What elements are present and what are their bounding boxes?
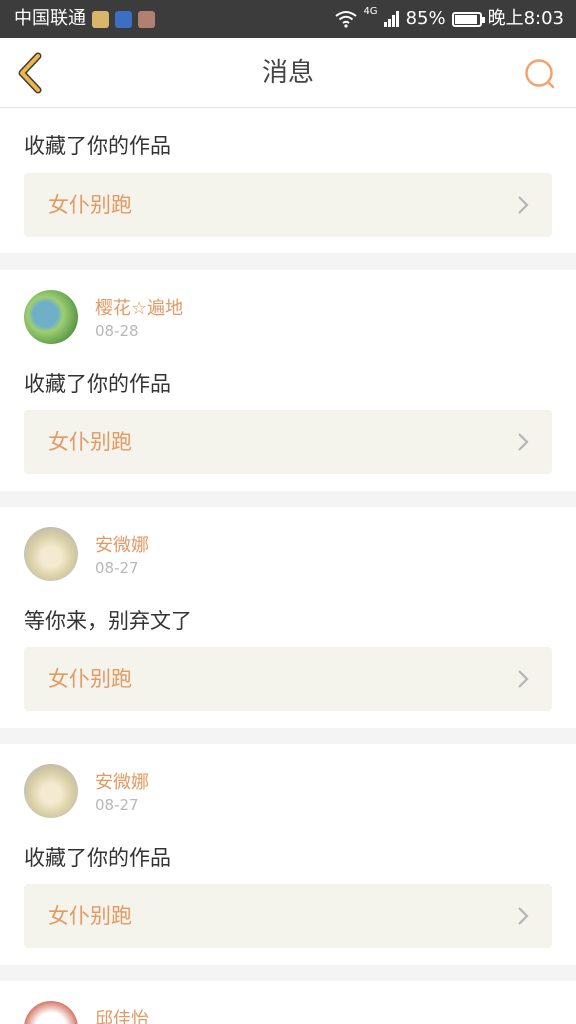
search-button[interactable]: [522, 56, 558, 92]
chevron-right-icon: [518, 433, 529, 451]
message-date: 08-27: [95, 559, 139, 577]
notification-app-icon: [92, 10, 109, 28]
username[interactable]: 安微娜: [95, 768, 149, 794]
user-row[interactable]: 樱花☆遍地 08-28: [24, 290, 524, 346]
carrier-name: 中国联通: [14, 8, 86, 29]
work-link[interactable]: 女仆别跑: [24, 647, 552, 711]
user-row[interactable]: 邱佳怡: [24, 1001, 524, 1024]
message-card: 安微娜 08-27 等你来，别弃文了 女仆别跑: [0, 507, 576, 728]
chevron-right-icon: [518, 670, 529, 688]
status-bar-right: 4G 85% 晚上8:03: [335, 0, 564, 38]
page-title: 消息: [261, 58, 314, 88]
status-bar-left: 中国联通: [14, 0, 155, 38]
user-row[interactable]: 安微娜 08-27: [24, 764, 524, 820]
battery-percent: 85%: [405, 8, 446, 29]
avatar[interactable]: [24, 764, 78, 818]
work-title: 女仆别跑: [48, 904, 132, 928]
wifi-icon: [335, 11, 358, 28]
shield-icon: [115, 10, 132, 28]
message-text: 收藏了你的作品: [24, 134, 171, 158]
chevron-right-icon: [518, 196, 529, 214]
work-title: 女仆别跑: [48, 430, 132, 454]
user-row[interactable]: 安微娜 08-27: [24, 527, 524, 583]
status-bar: 中国联通 4G 85% 晚上8:03: [0, 0, 576, 38]
work-link[interactable]: 女仆别跑: [24, 173, 552, 237]
message-card: 安微娜 08-27 收藏了你的作品 女仆别跑: [0, 744, 576, 965]
battery-icon: [451, 11, 485, 27]
username[interactable]: 邱佳怡: [95, 1005, 149, 1024]
username[interactable]: 安微娜: [95, 531, 149, 557]
message-list[interactable]: 收藏了你的作品 女仆别跑 樱花☆遍地 08-28 收藏了你的作品 女仆别跑 安微…: [0, 108, 576, 1024]
message-date: 08-27: [95, 796, 139, 814]
work-link[interactable]: 女仆别跑: [24, 410, 552, 474]
signal-icon: [383, 11, 399, 27]
message-card: 樱花☆遍地 08-28 收藏了你的作品 女仆别跑: [0, 270, 576, 491]
message-card: 邱佳怡: [0, 981, 576, 1024]
notification-photo-icon: [138, 10, 155, 28]
username[interactable]: 樱花☆遍地: [95, 294, 183, 320]
avatar[interactable]: [24, 290, 78, 344]
avatar[interactable]: [24, 1001, 78, 1024]
network-type: 4G: [363, 6, 378, 17]
message-text: 等你来，别弃文了: [24, 609, 192, 633]
work-title: 女仆别跑: [48, 193, 132, 217]
message-card: 收藏了你的作品 女仆别跑: [0, 108, 576, 253]
message-text: 收藏了你的作品: [24, 372, 171, 396]
avatar[interactable]: [24, 527, 78, 581]
message-date: 08-28: [95, 322, 139, 340]
clock: 晚上8:03: [487, 8, 564, 29]
search-icon: [525, 59, 555, 89]
message-text: 收藏了你的作品: [24, 846, 171, 870]
work-title: 女仆别跑: [48, 667, 132, 691]
chevron-right-icon: [518, 907, 529, 925]
nav-bar: 消息: [0, 38, 576, 108]
work-link[interactable]: 女仆别跑: [24, 884, 552, 948]
